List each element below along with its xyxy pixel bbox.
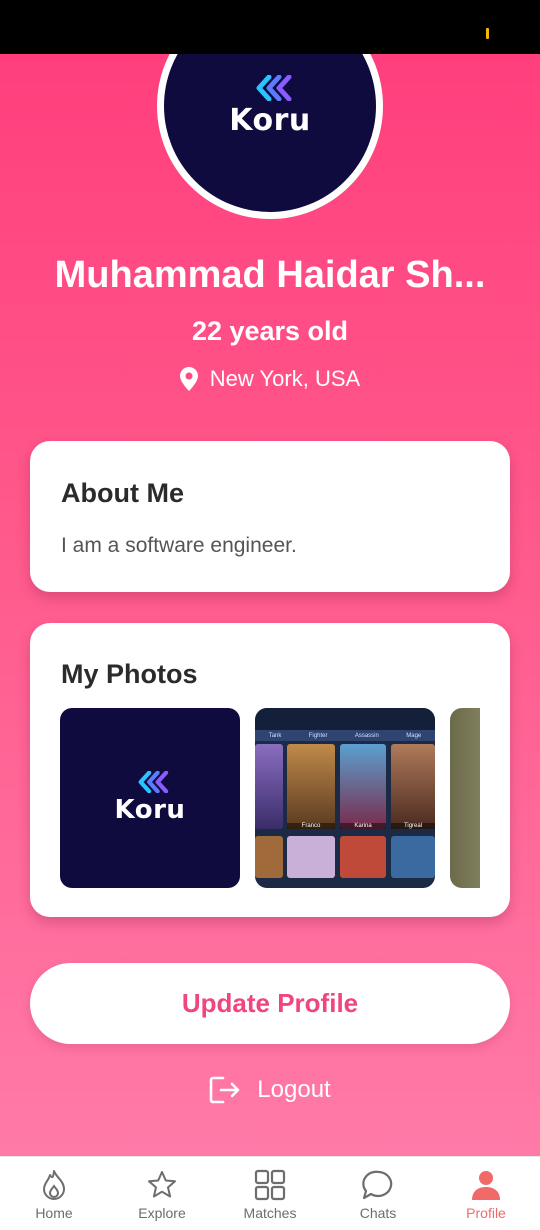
koru-chevrons-icon [138,771,169,793]
hero-card [340,836,386,878]
hero-card: Karina [340,744,386,829]
person-icon [472,1171,500,1200]
koru-chevrons-icon [256,74,292,101]
nav-label: Explore [138,1205,186,1221]
koru-logo: Koru [229,74,311,138]
location-text: New York, USA [209,366,361,391]
avatar[interactable]: Koru [157,54,383,219]
game-header [255,708,435,730]
hero-card [287,836,335,878]
logout-icon [209,1076,240,1104]
nav-item-matches[interactable]: Matches [216,1157,324,1230]
chat-bubble-icon [362,1170,393,1200]
nav-item-explore[interactable]: Explore [108,1157,216,1230]
hero-card [391,836,435,878]
user-name: Muhammad Haidar Sh... [54,254,486,296]
photos-card: My Photos Koru Tank Fighter Assassin Mag… [30,623,510,917]
nav-item-chats[interactable]: Chats [324,1157,432,1230]
game-tab: Tank [268,732,282,739]
grid-icon [254,1169,286,1201]
bottom-navigation: Home Explore Matches Chats Profile [0,1156,540,1230]
game-tabs: Tank Fighter Assassin Mage [255,730,435,741]
photos-carousel[interactable]: Koru Tank Fighter Assassin Mage Franco K… [60,708,480,888]
profile-screen: Koru Muhammad Haidar Sh... 22 years old … [0,54,540,1156]
about-title: About Me [61,478,184,508]
logout-label: Logout [257,1076,331,1103]
hero-card: Tigreal [391,744,435,829]
game-tab: Assassin [354,732,379,739]
hero-card: Franco [287,744,335,829]
hero-card [255,744,283,829]
logout-button[interactable]: Logout [0,1076,540,1104]
hero-name: Franco [287,823,335,829]
star-icon [148,1171,176,1198]
photo-thumbnail[interactable] [450,708,480,888]
hero-name: Tigreal [391,823,435,829]
koru-logo-text: Koru [229,102,311,138]
nav-label: Home [35,1205,73,1221]
nav-label: Matches [243,1205,297,1221]
nav-item-home[interactable]: Home [0,1157,108,1230]
photo-thumbnail[interactable]: Tank Fighter Assassin Mage Franco Karina… [255,708,435,888]
flame-icon [43,1170,65,1200]
nav-item-profile[interactable]: Profile [432,1157,540,1230]
nav-label: Profile [466,1205,506,1221]
hero-name: Karina [340,823,386,829]
photos-title: My Photos [61,659,198,689]
update-profile-button[interactable]: Update Profile [30,963,510,1044]
about-card: About Me I am a software engineer. [30,441,510,592]
about-text: I am a software engineer. [61,534,297,557]
game-tab: Mage [406,732,422,739]
nav-label: Chats [359,1205,397,1221]
photo-thumbnail[interactable]: Koru [60,708,240,888]
status-indicator [486,28,489,39]
hero-card [255,836,283,878]
koru-logo: Koru [115,771,186,825]
status-bar [0,0,540,54]
koru-logo-text: Koru [114,795,186,825]
location-row: New York, USA [0,366,540,392]
game-tab: Fighter [308,732,328,739]
user-age: 22 years old [191,316,349,346]
location-pin-icon [179,367,198,391]
